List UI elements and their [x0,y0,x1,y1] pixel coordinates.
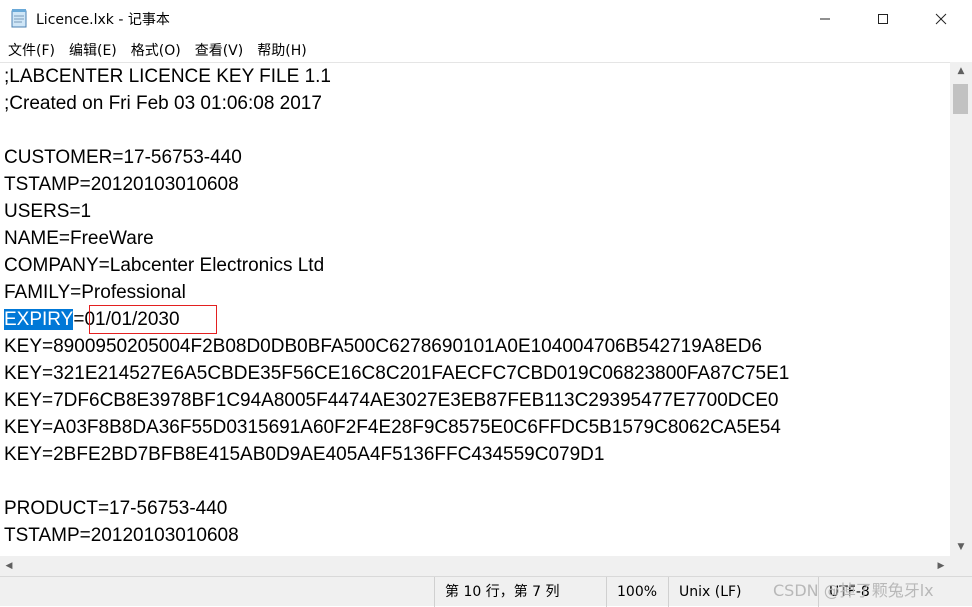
text-line: ;Created on Fri Feb 03 01:06:08 2017 [4,93,322,114]
text-line: NAME=FreeWare [4,228,154,249]
close-icon [935,13,947,25]
scroll-up-arrow-icon[interactable]: ▲ [950,62,972,80]
window-title: Licence.lxk - 记事本 [36,12,170,28]
text-line: USERS=1 [4,201,92,222]
text-line: KEY=7DF6CB8E3978BF1C94A8005F4474AE3027E3… [4,390,779,411]
scroll-left-arrow-icon[interactable]: ◀ [0,556,18,576]
text-line: KEY=321E214527E6A5CBDE35F56CE16C8C201FAE… [4,363,790,384]
expiry-separator: = [73,309,85,330]
highlight-box [89,305,217,334]
maximize-icon [878,14,888,24]
text-line: KEY=8900950205004F2B08D0DB0BFA500C627869… [4,336,762,357]
text-line: TSTAMP=20120103010608 [4,174,239,195]
menu-help[interactable]: 帮助(H) [251,40,312,60]
cursor-position: 第 10 行，第 7 列 [434,577,606,607]
text-editor[interactable]: ;LABCENTER LICENCE KEY FILE 1.1 ;Created… [0,62,950,557]
zoom-level: 100% [606,577,668,607]
vertical-scroll-thumb[interactable] [953,84,968,114]
menu-file[interactable]: 文件(F) [2,40,61,60]
minimize-icon [820,18,830,20]
text-line: KEY=2BFE2BD7BFB8E415AB0D9AE405A4F5136FFC… [4,444,605,465]
close-button[interactable] [912,0,970,38]
scrollbar-corner [950,556,972,576]
text-line: PRODUCT=17-56753-440 [4,498,228,519]
text-line: CUSTOMER=17-56753-440 [4,147,242,168]
selected-text[interactable]: EXPIRY [4,309,74,330]
menu-bar: 文件(F) 编辑(E) 格式(O) 查看(V) 帮助(H) [0,38,972,62]
text-line: FAMILY=Professional [4,282,186,303]
menu-view[interactable]: 查看(V) [189,40,250,60]
text-line: KEY=A03F8B8DA36F55D0315691A60F2F4E28F9C8… [4,417,781,438]
title-bar: Licence.lxk - 记事本 [0,0,972,38]
vertical-scrollbar[interactable]: ▲ ▼ [950,62,972,556]
minimize-button[interactable] [796,0,854,38]
horizontal-scrollbar[interactable]: ◀ ▶ [0,556,950,576]
scroll-right-arrow-icon[interactable]: ▶ [932,556,950,576]
menu-format[interactable]: 格式(O) [125,40,187,60]
text-line: COMPANY=Labcenter Electronics Ltd [4,255,325,276]
text-line: ;LABCENTER LICENCE KEY FILE 1.1 [4,66,331,87]
text-line: TSTAMP=20120103010608 [4,525,239,546]
notepad-icon [11,9,27,28]
scroll-down-arrow-icon[interactable]: ▼ [950,538,972,556]
menu-edit[interactable]: 编辑(E) [63,40,123,60]
maximize-button[interactable] [854,0,912,38]
watermark: CSDN @掉了颗兔牙lx [773,581,934,600]
